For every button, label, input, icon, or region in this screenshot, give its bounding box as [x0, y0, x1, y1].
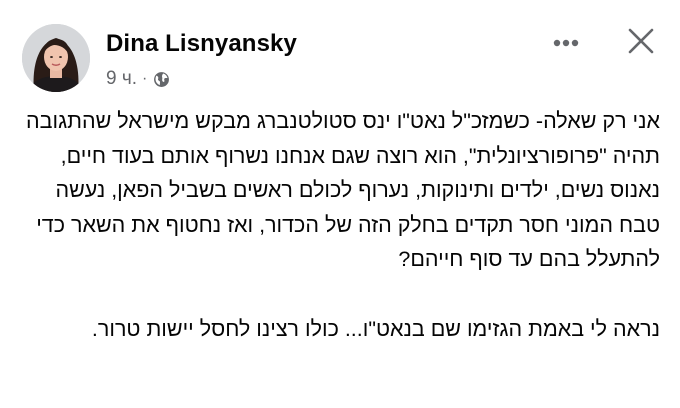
- post-text: אני רק שאלה- כשמזכ"ל נאט"ו ינס סטולטנברג…: [18, 104, 660, 346]
- globe-icon: [153, 71, 170, 88]
- avatar-image: [22, 24, 90, 92]
- post-header: Dina Lisnyansky 9 ч. ·: [0, 0, 680, 100]
- post-paragraph-1: אני רק שאלה- כשמזכ"ל נאט"ו ינס סטולטנברג…: [26, 109, 660, 272]
- facebook-post: Dina Lisnyansky 9 ч. · אני רק שאלה- כשמז…: [0, 0, 680, 408]
- author-name[interactable]: Dina Lisnyansky: [106, 30, 297, 58]
- close-icon: [628, 28, 654, 54]
- post-paragraph-2: נראה לי באמת הגזימו שם בנאט"ו... כולו רצ…: [91, 316, 660, 341]
- post-timestamp[interactable]: 9 ч.: [106, 68, 137, 90]
- more-options-button[interactable]: [546, 29, 586, 57]
- author-avatar[interactable]: [22, 24, 90, 92]
- post-meta: 9 ч. ·: [106, 68, 170, 90]
- more-horizontal-icon: [553, 39, 579, 47]
- close-button[interactable]: [622, 22, 660, 60]
- meta-separator: ·: [142, 70, 148, 87]
